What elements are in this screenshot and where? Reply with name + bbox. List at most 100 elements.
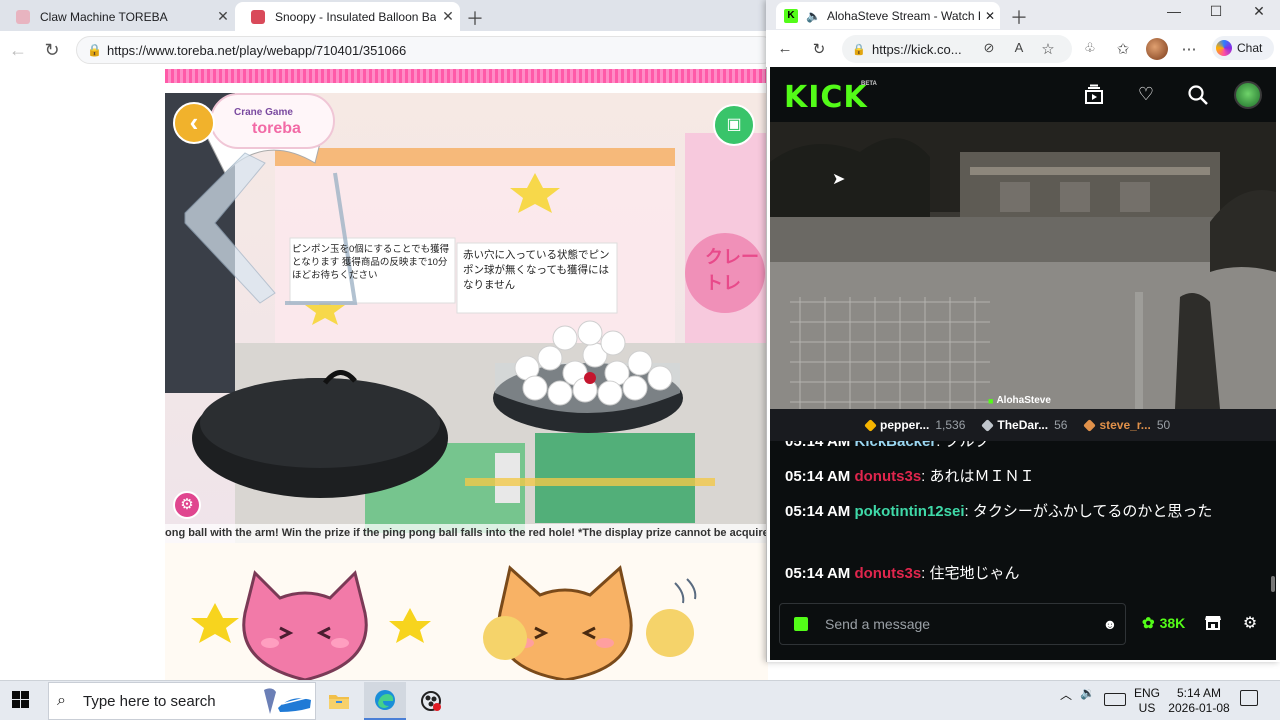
toreba-logo: Crane Game toreba [210,93,335,149]
tab-snoopy-balloon-bag[interactable]: Snoopy - Insulated Balloon Bag S ✕ [235,2,460,31]
camera-switch-icon[interactable]: ▣ [713,104,755,146]
cat-mascots-illustration [191,565,697,680]
chat-message-input[interactable]: Send a message ☻ [779,603,1126,645]
toreba-favicon-icon [16,9,30,24]
favorites-list-icon[interactable]: ✩ [1112,40,1134,58]
obs-recording-icon[interactable] [410,682,452,720]
message-text: タクシーがふかしてるのかと思った [972,503,1213,520]
crane-game-camera-feed: Crane Game toreba ピンポン玉を0個にすることでも獲得となります… [165,93,768,543]
new-tab-button[interactable]: ＋ [1010,4,1028,30]
url-text: https://www.toreba.net/play/webapp/71040… [107,42,407,58]
silver-badge-icon [981,418,995,432]
back-arrow-icon[interactable]: ← [774,40,796,57]
back-chevron-icon[interactable]: ‹ [173,102,215,144]
maximize-icon[interactable]: ☐ [1194,3,1238,20]
close-window-icon[interactable]: ✕ [1237,3,1280,20]
crane-scene-illustration [165,93,768,543]
message-user[interactable]: donuts3s [854,565,921,582]
edge-browser-icon[interactable] [364,682,406,720]
leaderboard-entry[interactable]: steve_r... 50 [1083,418,1171,432]
bronze-badge-icon [1083,418,1097,432]
kick-logo[interactable]: KICK [784,80,868,115]
user-avatar[interactable] [1234,81,1262,109]
gift-leaderboard: pepper... 1,536 TheDar... 56 steve_r... … [770,409,1276,441]
leaderboard-count: 1,536 [935,418,966,432]
following-heart-icon[interactable]: ♡ [1134,84,1158,108]
message-user[interactable]: pokotintin12sei [854,503,964,520]
chat-settings-gear-icon[interactable]: ⚙ [1239,613,1261,633]
chat-message: 05:14 AM donuts3s: 住宅地じゃん [785,565,1020,582]
leaderboard-count: 50 [1156,418,1171,432]
message-time: 05:14 AM [785,565,851,582]
mouse-cursor: ➤ [832,171,846,188]
message-user[interactable]: donuts3s [854,468,921,485]
close-tab-icon[interactable]: ✕ [980,9,1000,23]
search-icon[interactable] [1186,84,1210,108]
more-menu-icon[interactable]: ⋯ [1178,40,1200,58]
leaderboard-user: pepper... [880,418,930,432]
keyboard-icon[interactable] [1104,693,1126,706]
chat-placeholder: Send a message [825,616,931,632]
tab-alohasteve-stream[interactable]: K 🔈 AlohaSteve Stream - Watch L ✕ [776,2,1000,29]
kick-k-icon: ■ [988,395,994,406]
store-icon[interactable] [1202,613,1224,636]
streamer-watermark: ■ AlohaSteve [988,395,1051,406]
search-icon: ⌕ [57,692,66,709]
new-tab-button[interactable]: ＋ [466,5,484,31]
minimize-icon[interactable]: — [1152,3,1196,19]
tab-title: AlohaSteve Stream - Watch L [826,8,980,23]
tab-title: Snoopy - Insulated Balloon Bag S [275,9,436,24]
message-text: 住宅地じゃん [929,565,1020,582]
chat-scrollbar[interactable] [1271,576,1275,592]
notifications-icon[interactable] [1240,690,1258,706]
close-tab-icon[interactable]: ✕ [436,8,460,25]
settings-gear-icon[interactable]: ⚙ [173,491,201,519]
search-highlight-icon[interactable] [255,686,315,716]
gift-icon[interactable] [794,617,808,631]
kicks-icon: ✿ [1142,615,1155,632]
notice-sign-right: 赤い穴に入っている状態でピンポン球が無くなっても獲得にはなりません [463,249,610,291]
tab-title: Claw Machine TOREBA [40,9,168,24]
search-placeholder: Type here to search [83,692,216,710]
show-hidden-icons-chevron-icon[interactable]: ︿ [1060,686,1072,703]
input-language-indicator[interactable]: ENG US [1134,686,1160,716]
reload-icon[interactable]: ↻ [40,40,64,61]
volume-icon[interactable]: 🔉 [1080,686,1095,700]
leaderboard-entry[interactable]: TheDar... 56 [981,418,1068,432]
tab-claw-machine-toreba[interactable]: Claw Machine TOREBA ✕ [0,2,235,31]
chat-message: 05:14 AM pokotintin12sei: タクシーがふかしてるのかと思… [785,503,1213,520]
street-scene-video-frame [770,122,1276,409]
extensions-icon[interactable]: ♧ [1079,40,1101,56]
reload-icon[interactable]: ↻ [808,40,830,58]
windows-start-icon[interactable] [12,691,30,709]
message-time: 05:14 AM [785,503,851,520]
snoopy-favicon-icon [251,9,265,24]
cat-mascot-banner [165,543,768,680]
address-bar[interactable]: 🔒 https://www.toreba.net/play/webapp/710… [76,36,776,64]
browse-icon[interactable] [1082,84,1106,108]
close-tab-icon[interactable]: ✕ [211,8,235,25]
leaderboard-entry[interactable]: pepper... 1,536 [864,418,966,432]
gold-badge-icon [864,418,877,432]
kick-favicon-icon: K [784,8,798,23]
copilot-icon [1216,40,1232,56]
leaderboard-count: 56 [1054,418,1068,432]
read-aloud-icon[interactable]: A [1008,40,1030,55]
copilot-chat-button[interactable]: Chat [1212,36,1274,60]
kicks-balance-button[interactable]: ✿ 38K [1142,614,1185,632]
logo-main-text: toreba [252,120,301,137]
favorite-star-icon[interactable]: ☆ [1037,40,1059,58]
profile-avatar[interactable] [1146,38,1168,60]
lock-icon: 🔒 [87,43,102,57]
language-code: ENG [1134,686,1161,700]
stream-video-player[interactable]: ➤ [770,122,1276,409]
taskbar-clock[interactable]: 5:14 AM 2026-01-08 [1168,686,1230,716]
taskbar-search-box[interactable]: ⌕ Type here to search [48,682,316,720]
lock-icon: 🔒 [852,43,866,56]
file-explorer-icon[interactable] [318,682,360,720]
emoji-icon[interactable]: ☻ [1095,616,1125,632]
speaker-icon[interactable]: 🔈 [806,9,821,23]
back-arrow-icon[interactable]: ← [6,40,30,61]
tracking-prevention-icon[interactable]: ⊘ [978,40,1000,56]
url-text: https://kick.co... [872,41,962,57]
